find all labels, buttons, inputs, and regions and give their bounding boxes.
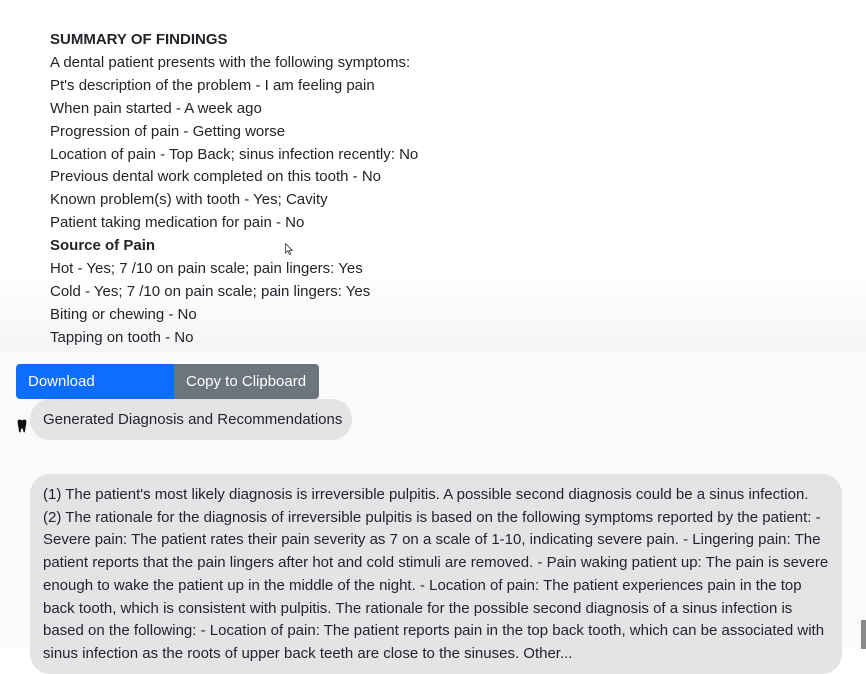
source-of-pain-title: Source of Pain [50, 237, 156, 255]
diagnosis-message: (1) The patient's most likely diagnosis … [30, 474, 842, 674]
tooth-icon [17, 419, 27, 433]
summary-title: SUMMARY OF FINDINGS [50, 31, 228, 48]
scrollbar-thumb[interactable] [861, 620, 866, 649]
source-line: Tapping on tooth - No [50, 328, 194, 346]
source-line: Biting or chewing - No [50, 305, 197, 323]
source-line: Hot - Yes; 7 /10 on pain scale; pain lin… [50, 260, 363, 278]
summary-line: Patient taking medication for pain - No [50, 214, 305, 232]
download-summary-button[interactable]: Download Summary [16, 364, 174, 425]
mouse-pointer-icon [285, 243, 293, 255]
summary-line: Pt's description of the problem - I am f… [50, 76, 375, 94]
source-line: Cold - Yes; 7 /10 on pain scale; pain li… [50, 282, 371, 300]
summary-panel: SUMMARY OF FINDINGS A dental patient pre… [0, 0, 866, 352]
summary-line: Known problem(s) with tooth - Yes; Cavit… [50, 191, 328, 209]
summary-line: Progression of pain - Getting worse [50, 122, 286, 140]
summary-line: Previous dental work completed on this t… [50, 168, 382, 186]
summary-line: Location of pain - Top Back; sinus infec… [50, 145, 419, 163]
diagnosis-header-message: Generated Diagnosis and Recommendations [30, 399, 352, 440]
copy-to-clipboard-button[interactable]: Copy to Clipboard [174, 364, 319, 399]
summary-line: When pain started - A week ago [50, 99, 262, 117]
summary-line: A dental patient presents with the follo… [50, 53, 411, 71]
